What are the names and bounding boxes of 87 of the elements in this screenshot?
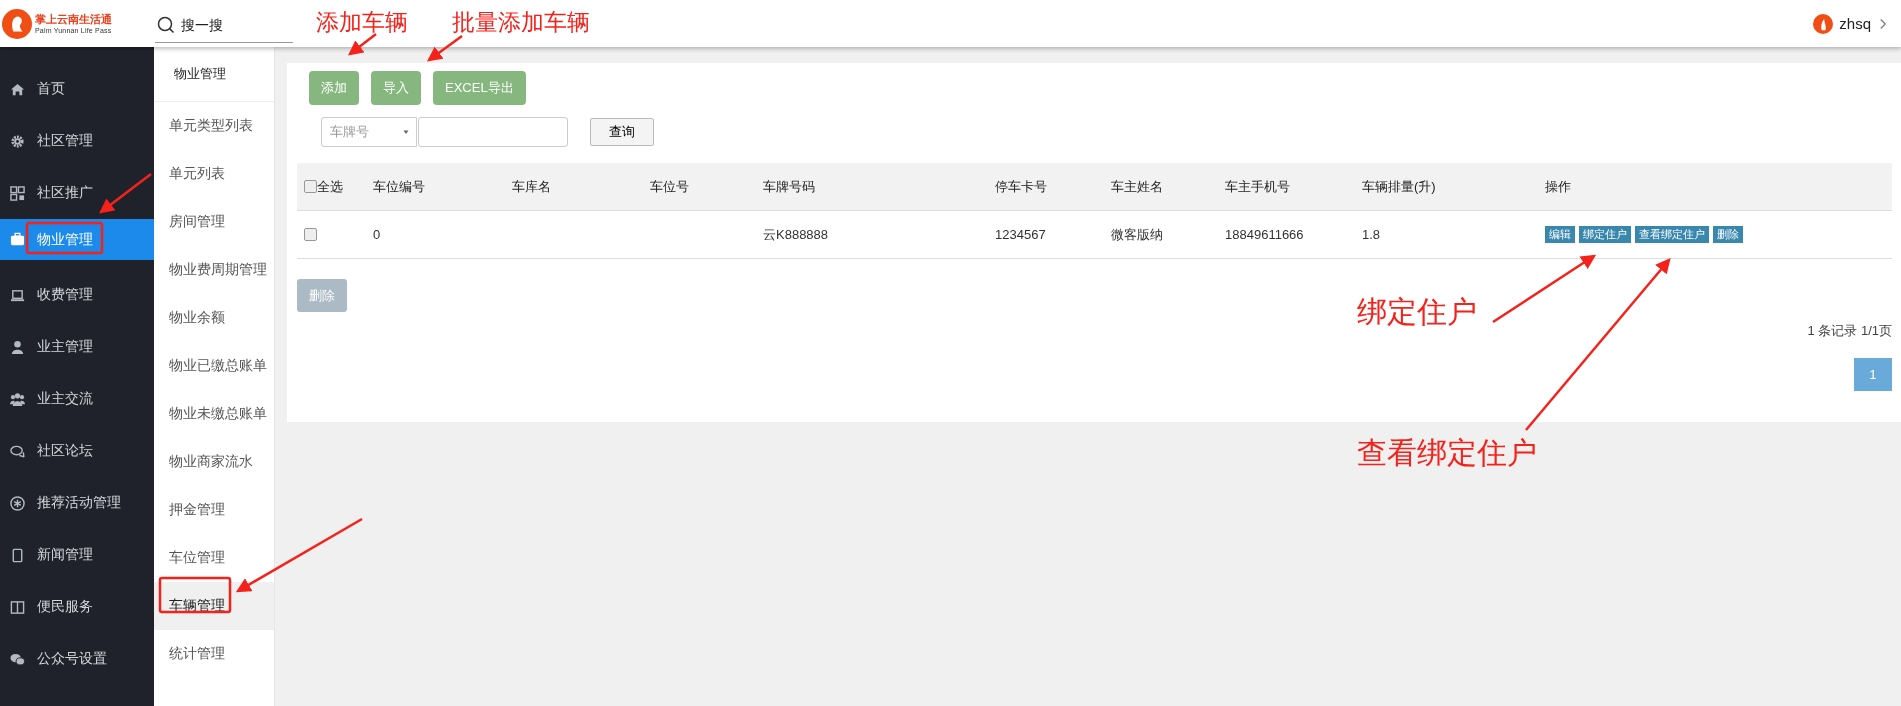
- row-action-button[interactable]: 编辑: [1545, 226, 1575, 243]
- submenu-title: 物业管理: [154, 47, 274, 102]
- search-input[interactable]: [418, 117, 568, 147]
- row-action-button[interactable]: 绑定住户: [1579, 226, 1631, 243]
- sidebar-item[interactable]: 便民服务: [0, 581, 154, 633]
- sidebar-item[interactable]: 新闻管理: [0, 529, 154, 581]
- record-summary: 1 条记录 1/1页: [1807, 323, 1892, 338]
- sidebar-item[interactable]: 社区论坛: [0, 425, 154, 477]
- gear-icon: [10, 133, 25, 149]
- annotation-text: 查看绑定住户: [1357, 435, 1537, 471]
- submenu-item[interactable]: 物业已缴总账单: [154, 342, 274, 390]
- select-all-checkbox[interactable]: [304, 180, 317, 193]
- sidebar-item-label: 公众号设置: [37, 650, 107, 668]
- sidebar-item[interactable]: 首页: [0, 63, 154, 115]
- columns-icon: [10, 599, 25, 615]
- sidebar-item-label: 社区推广: [37, 184, 93, 202]
- annotation-arrow: [99, 173, 152, 214]
- people-icon: [10, 391, 25, 407]
- sidebar-item[interactable]: 推荐活动管理: [0, 477, 154, 529]
- sidebar-item[interactable]: 业主管理: [0, 321, 154, 373]
- submenu-item[interactable]: 物业商家流水: [154, 438, 274, 486]
- sidebar-item[interactable]: 公众号设置: [0, 633, 154, 685]
- asterisk-circle-icon: [10, 495, 25, 511]
- sidebar-item-label: 便民服务: [37, 598, 93, 616]
- sidebar-item[interactable]: 业主交流: [0, 373, 154, 425]
- tablet-icon: [10, 547, 25, 563]
- sidebar-item[interactable]: 物业管理: [0, 219, 154, 260]
- row-action-button[interactable]: 删除: [1713, 226, 1743, 243]
- sidebar-item[interactable]: 社区管理: [0, 115, 154, 167]
- annotation-text: 绑定住户: [1357, 294, 1477, 330]
- sidebar-item-label: 社区管理: [37, 132, 93, 150]
- column-header: 车库名: [511, 177, 552, 196]
- submenu-item[interactable]: 物业未缴总账单: [154, 390, 274, 438]
- submenu-item[interactable]: 房间管理: [154, 198, 274, 246]
- column-header: 操作: [1544, 177, 1572, 196]
- column-header: 车位编号: [372, 177, 426, 196]
- submenu-item[interactable]: 车位管理: [154, 534, 274, 582]
- home-icon: [10, 81, 25, 97]
- column-header: 车牌号码: [762, 177, 816, 196]
- row-action-button[interactable]: 查看绑定住户: [1635, 226, 1709, 243]
- search-field[interactable]: 搜一搜: [155, 8, 293, 43]
- briefcase-icon: [10, 232, 25, 247]
- search-icon: [157, 16, 175, 34]
- table-cell-text: 1234567: [994, 227, 1047, 242]
- submenu-item[interactable]: 押金管理: [154, 486, 274, 534]
- table-cell-text: 云K888888: [762, 225, 830, 244]
- sidebar-item-label: 首页: [37, 80, 65, 98]
- sidebar-item-label: 收费管理: [37, 286, 93, 304]
- sidebar-item-label: 业主管理: [37, 338, 93, 356]
- column-header: 车主手机号: [1224, 177, 1291, 196]
- table-cell-text: 18849611666: [1224, 227, 1305, 242]
- sidebar-item-label: 物业管理: [37, 230, 93, 249]
- sidebar-item-label: 业主交流: [37, 390, 93, 408]
- sidebar-item-label: 社区论坛: [37, 442, 93, 460]
- submenu-item[interactable]: 单元类型列表: [154, 102, 274, 150]
- table-cell-text: 微客版纳: [1110, 225, 1164, 244]
- submenu-item[interactable]: 车辆管理: [154, 582, 274, 630]
- logo-title: 掌上云南生活通: [35, 12, 112, 26]
- submenu-item[interactable]: 物业余额: [154, 294, 274, 342]
- annotation-text: 批量添加车辆: [452, 8, 590, 37]
- laptop-icon: [10, 287, 25, 303]
- chat-bubbles-icon: [10, 443, 25, 459]
- column-header: 停车卡号: [994, 177, 1048, 196]
- column-header: 车主姓名: [1110, 177, 1164, 196]
- chat-bubbles-icon: [10, 651, 25, 667]
- table-cell-text: 1.8: [1361, 227, 1382, 242]
- submenu-item[interactable]: 统计管理: [154, 630, 274, 678]
- annotation-text: 添加车辆: [316, 8, 408, 37]
- annotation-arrow: [427, 35, 463, 62]
- select-all-label: 全选: [317, 177, 343, 196]
- table-cell-text: 0: [372, 227, 382, 242]
- column-header: 车位号: [649, 177, 690, 196]
- row-checkbox[interactable]: [304, 228, 317, 241]
- sidebar-item-label: 新闻管理: [37, 546, 93, 564]
- caret-down-icon: [402, 128, 410, 136]
- sidebar-item-label: 推荐活动管理: [37, 494, 121, 512]
- submenu-item[interactable]: 单元列表: [154, 150, 274, 198]
- sidebar-item[interactable]: 收费管理: [0, 269, 154, 321]
- submenu-item[interactable]: 物业费周期管理: [154, 246, 274, 294]
- annotation-arrow: [348, 33, 377, 56]
- query-button[interactable]: 查询: [590, 118, 654, 146]
- column-header: 车辆排量(升): [1361, 177, 1437, 196]
- sidebar-item[interactable]: 社区推广: [0, 167, 154, 219]
- person-icon: [10, 339, 25, 355]
- qr-code-icon: [10, 185, 25, 201]
- avatar-icon: [1813, 13, 1834, 34]
- user-name[interactable]: zhsq: [1839, 15, 1871, 32]
